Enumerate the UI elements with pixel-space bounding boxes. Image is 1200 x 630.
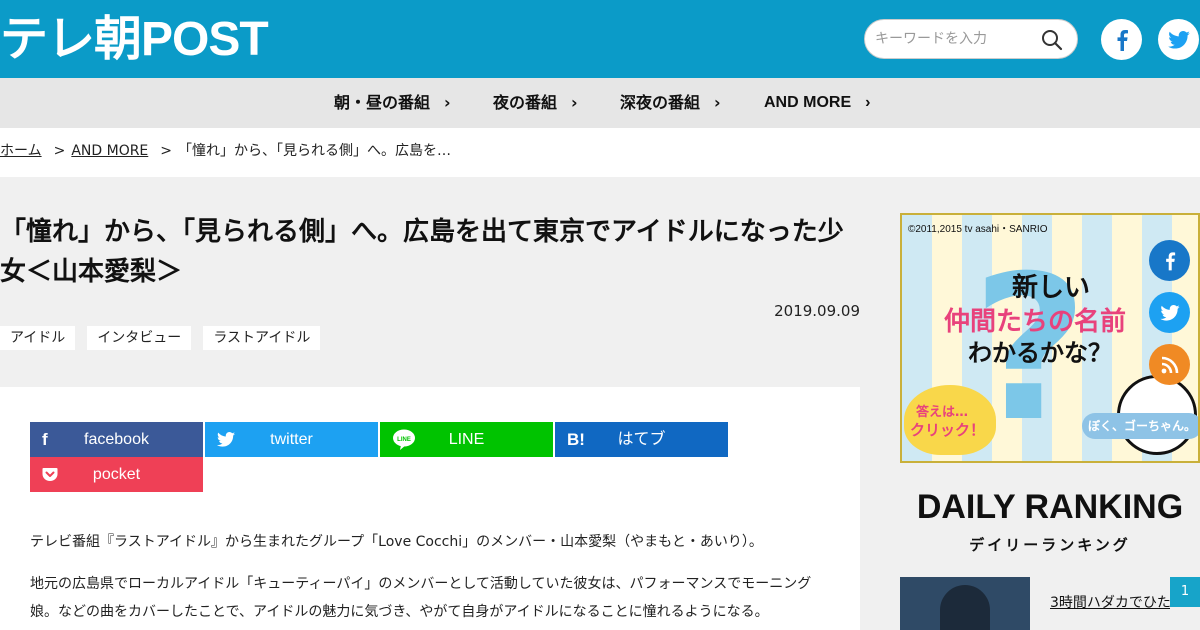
thumbnail-person-image [940, 585, 990, 630]
share-label: pocket [92, 466, 141, 483]
share-label: LINE [448, 431, 485, 448]
share-facebook-button[interactable]: f facebook [30, 422, 203, 457]
share-line-button[interactable]: LINE LINE [380, 422, 553, 457]
floating-twitter-button[interactable] [1149, 292, 1190, 333]
chevron-right-icon: › [865, 94, 871, 111]
tag-last-idol[interactable]: ラストアイドル [203, 326, 321, 350]
search-input[interactable] [875, 28, 1035, 50]
floating-rss-button[interactable] [1149, 344, 1190, 385]
article-title: 「憧れ」から、「見られる側」へ。広島を出て東京でアイドルになった少女＜山本愛梨＞ [0, 217, 844, 287]
article-paragraph: テレビ番組『ラストアイドル』から生まれたグループ「Love Cocchi」のメン… [30, 534, 763, 550]
banner-headline-1: 新しい [1012, 273, 1091, 303]
main-nav: 朝・昼の番組 › 夜の番組 › 深夜の番組 › AND MORE › [0, 78, 1200, 128]
breadcrumb-separator: > [53, 143, 66, 159]
share-twitter-button[interactable]: twitter [205, 422, 378, 457]
tag-idol[interactable]: アイドル [0, 326, 76, 350]
chevron-right-icon: › [714, 93, 721, 112]
header-twitter-button[interactable] [1158, 19, 1199, 60]
banner-character-name: ぼく、ゴーちゃん。 [1082, 413, 1198, 439]
ranking-subtitle: デイリーランキング [969, 536, 1131, 554]
breadcrumb-current: 「憧れ」から、「見られる側」へ。広島を… [178, 143, 452, 159]
share-hatena-button[interactable]: B! はてブ [555, 422, 728, 457]
breadcrumb-category-link[interactable]: AND MORE [71, 143, 148, 159]
header-facebook-button[interactable] [1101, 19, 1142, 60]
banner-headline-3: わかるかな？ [968, 339, 1112, 367]
article-paragraph: 地元の広島県でローカルアイドル「キューティーパイ」のメンバーとして活動していた彼… [30, 576, 812, 620]
banner-answer-text: 答えは… [916, 405, 969, 420]
ranking-thumbnail[interactable] [900, 577, 1030, 630]
breadcrumb-home-link[interactable]: ホーム [0, 143, 42, 159]
twitter-icon [1167, 30, 1190, 49]
share-label: facebook [84, 431, 149, 448]
tag-interview[interactable]: インタビュー [87, 326, 192, 350]
banner-answer-bubble: 答えは… クリック！ [904, 385, 996, 455]
share-label: twitter [270, 431, 313, 448]
site-logo[interactable]: テレ朝POST [0, 10, 269, 70]
breadcrumb-separator: > [160, 143, 173, 159]
breadcrumb: ホーム > AND MORE > 「憧れ」から、「見られる側」へ。広島を… [0, 128, 1200, 177]
nav-item-label: 深夜の番組 [620, 93, 701, 112]
ranking-item-link[interactable]: 3時間ハダカでひたすら同じ姿勢！ [1050, 592, 1170, 614]
rank-number-badge: 1 [1170, 577, 1200, 607]
nav-item-morning[interactable]: 朝・昼の番組 › [334, 78, 451, 128]
nav-item-label: 朝・昼の番組 [334, 93, 431, 112]
ranking-title: DAILY RANKING [916, 488, 1184, 526]
banner-click-text: クリック！ [910, 421, 986, 439]
nav-item-label: 夜の番組 [493, 93, 558, 112]
banner-copyright: ©2011,2015 tv asahi・SANRIO [908, 224, 1048, 235]
nav-item-and-more[interactable]: AND MORE › [764, 78, 870, 128]
nav-item-late-night[interactable]: 深夜の番組 › [620, 78, 721, 128]
tag-list: アイドル インタビュー ラストアイドル [0, 326, 321, 350]
facebook-icon [1117, 29, 1128, 51]
search-icon[interactable] [1041, 29, 1063, 51]
share-label: はてブ [617, 431, 666, 448]
share-pocket-button[interactable]: pocket [30, 457, 203, 492]
chevron-right-icon: › [571, 93, 578, 112]
nav-item-night[interactable]: 夜の番組 › [493, 78, 578, 128]
floating-facebook-button[interactable] [1149, 240, 1190, 281]
twitter-icon [1159, 304, 1180, 321]
search-box [864, 19, 1078, 59]
article-date: 2019.09.09 [774, 302, 860, 320]
chevron-right-icon: › [444, 93, 451, 112]
nav-item-label: AND MORE [764, 94, 852, 111]
site-header: テレ朝POST [0, 0, 1200, 78]
rss-icon [1161, 356, 1178, 373]
facebook-icon [1165, 251, 1175, 270]
